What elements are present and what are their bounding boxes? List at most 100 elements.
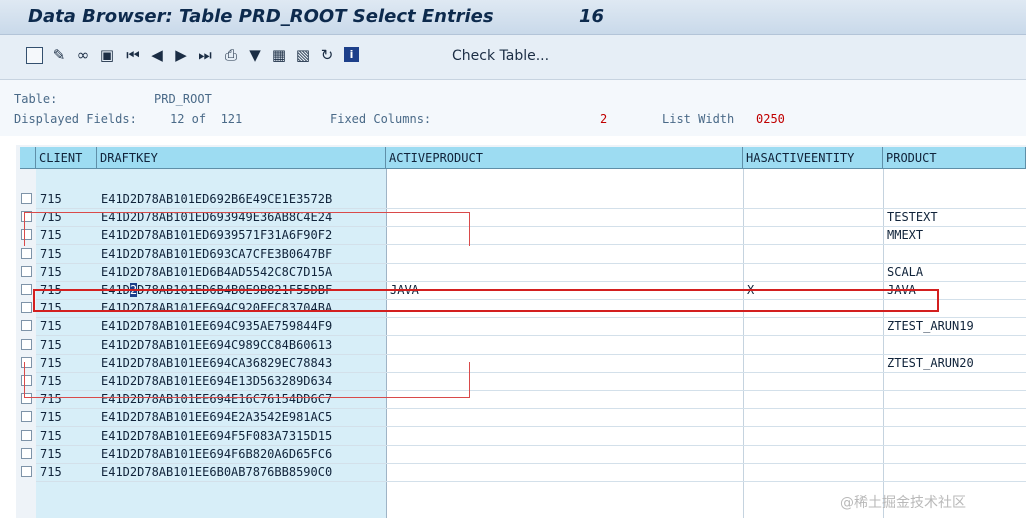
cell-client[interactable]: 715 bbox=[36, 372, 97, 390]
column-header-draftkey[interactable]: DRAFTKEY bbox=[97, 147, 386, 169]
cell-activeproduct[interactable] bbox=[386, 408, 743, 426]
cell-activeproduct[interactable] bbox=[386, 372, 743, 390]
cell-product[interactable] bbox=[883, 245, 1026, 263]
row-select-checkbox[interactable] bbox=[21, 320, 32, 331]
cell-hasactiveentity[interactable] bbox=[743, 226, 883, 244]
glasses-display-icon[interactable]: ∞ bbox=[74, 46, 92, 64]
row-select-checkbox[interactable] bbox=[21, 229, 32, 240]
row-select-checkbox[interactable] bbox=[21, 448, 32, 459]
cell-client[interactable]: 715 bbox=[36, 245, 97, 263]
cell-draftkey[interactable]: E41D2D78AB101ED6939571F31A6F90F2 bbox=[97, 226, 386, 244]
cell-client[interactable]: 715 bbox=[36, 463, 97, 481]
cell-draftkey[interactable]: E41D2D78AB101EE694C920FEC83704BA bbox=[97, 299, 386, 317]
cell-client[interactable]: 715 bbox=[36, 208, 97, 226]
info-icon[interactable]: i bbox=[344, 47, 359, 62]
cell-hasactiveentity[interactable]: X bbox=[743, 281, 883, 299]
cell-hasactiveentity[interactable] bbox=[743, 317, 883, 335]
edit-pencil-icon[interactable]: ✎ bbox=[50, 46, 68, 64]
row-select-checkbox[interactable] bbox=[21, 357, 32, 368]
row-select-checkbox[interactable] bbox=[21, 302, 32, 313]
cell-client[interactable]: 715 bbox=[36, 445, 97, 463]
cell-product[interactable]: TESTEXT bbox=[883, 208, 1026, 226]
cell-hasactiveentity[interactable] bbox=[743, 263, 883, 281]
cell-draftkey[interactable]: E41D2D78AB101EE694E13D563289D634 bbox=[97, 372, 386, 390]
previous-page-icon[interactable]: ◀ bbox=[148, 46, 166, 64]
last-page-icon[interactable]: ⏭ bbox=[196, 46, 214, 64]
sort-ascending-icon[interactable]: ▦ bbox=[270, 46, 288, 64]
cell-hasactiveentity[interactable] bbox=[743, 354, 883, 372]
cell-hasactiveentity[interactable] bbox=[743, 245, 883, 263]
cell-product[interactable]: ZTEST_ARUN20 bbox=[883, 354, 1026, 372]
cell-activeproduct[interactable] bbox=[386, 427, 743, 445]
cell-client[interactable]: 715 bbox=[36, 281, 97, 299]
cell-draftkey[interactable]: E41D2D78AB101EE6B0AB7876BB8590C0 bbox=[97, 463, 386, 481]
cell-hasactiveentity[interactable] bbox=[743, 427, 883, 445]
cell-hasactiveentity[interactable] bbox=[743, 390, 883, 408]
new-document-icon[interactable] bbox=[26, 47, 43, 64]
cell-product[interactable] bbox=[883, 390, 1026, 408]
cell-product[interactable] bbox=[883, 299, 1026, 317]
row-select-checkbox[interactable] bbox=[21, 339, 32, 350]
cell-hasactiveentity[interactable] bbox=[743, 299, 883, 317]
cell-product[interactable] bbox=[883, 427, 1026, 445]
cell-activeproduct[interactable] bbox=[386, 263, 743, 281]
cell-product[interactable] bbox=[883, 372, 1026, 390]
cell-draftkey[interactable]: E41D2D78AB101ED6B4AD5542C8C7D15A bbox=[97, 263, 386, 281]
row-select-checkbox[interactable] bbox=[21, 284, 32, 295]
cell-hasactiveentity[interactable] bbox=[743, 463, 883, 481]
cell-product[interactable] bbox=[883, 408, 1026, 426]
cell-activeproduct[interactable] bbox=[386, 317, 743, 335]
cell-hasactiveentity[interactable] bbox=[743, 190, 883, 208]
cell-draftkey[interactable]: E41D2D78AB101EE694E2A3542E981AC5 bbox=[97, 408, 386, 426]
cell-hasactiveentity[interactable] bbox=[743, 208, 883, 226]
cell-activeproduct[interactable] bbox=[386, 226, 743, 244]
cell-product[interactable] bbox=[883, 190, 1026, 208]
check-detail-icon[interactable]: ▣ bbox=[98, 46, 116, 64]
cell-product[interactable] bbox=[883, 463, 1026, 481]
next-page-icon[interactable]: ▶ bbox=[172, 46, 190, 64]
select-all-header[interactable] bbox=[20, 147, 36, 169]
row-select-checkbox[interactable] bbox=[21, 193, 32, 204]
cell-draftkey[interactable]: E41D2D78AB101EE694C989CC84B60613 bbox=[97, 336, 386, 354]
cell-activeproduct[interactable] bbox=[386, 354, 743, 372]
cell-activeproduct[interactable] bbox=[386, 445, 743, 463]
cell-activeproduct[interactable] bbox=[386, 390, 743, 408]
column-header-product[interactable]: PRODUCT bbox=[883, 147, 1026, 169]
refresh-icon[interactable]: ↻ bbox=[318, 46, 336, 64]
cell-activeproduct[interactable] bbox=[386, 463, 743, 481]
row-select-checkbox[interactable] bbox=[21, 248, 32, 259]
row-select-checkbox[interactable] bbox=[21, 466, 32, 477]
cell-product[interactable] bbox=[883, 445, 1026, 463]
cell-hasactiveentity[interactable] bbox=[743, 372, 883, 390]
cell-draftkey[interactable]: E41D2D78AB101ED692B6E49CE1E3572B bbox=[97, 190, 386, 208]
cell-product[interactable] bbox=[883, 336, 1026, 354]
cell-product[interactable]: JAVA bbox=[883, 281, 1026, 299]
cell-client[interactable]: 715 bbox=[36, 190, 97, 208]
cell-draftkey[interactable]: E41D2D78AB101EE694E16C76154DD6C7 bbox=[97, 390, 386, 408]
cell-draftkey[interactable]: E41D2D78AB101EE694F5F083A7315D15 bbox=[97, 427, 386, 445]
cell-draftkey[interactable]: E41D2D78AB101EE694CA36829EC78843 bbox=[97, 354, 386, 372]
cell-client[interactable]: 715 bbox=[36, 317, 97, 335]
cell-draftkey[interactable]: E41D2D78AB101ED693CA7CFE3B0647BF bbox=[97, 245, 386, 263]
check-table-button[interactable]: Check Table... bbox=[452, 48, 549, 64]
cell-activeproduct[interactable] bbox=[386, 299, 743, 317]
print-icon[interactable]: ⎙ bbox=[222, 46, 240, 64]
cell-client[interactable]: 715 bbox=[36, 226, 97, 244]
cell-product[interactable]: SCALA bbox=[883, 263, 1026, 281]
filter-icon[interactable]: ▼ bbox=[246, 46, 264, 64]
cell-client[interactable]: 715 bbox=[36, 427, 97, 445]
column-header-activeproduct[interactable]: ACTIVEPRODUCT bbox=[386, 147, 743, 169]
cell-client[interactable]: 715 bbox=[36, 263, 97, 281]
cell-draftkey[interactable]: E41D2D78AB101EE694C935AE759844F9 bbox=[97, 317, 386, 335]
cell-product[interactable]: MMEXT bbox=[883, 226, 1026, 244]
cell-client[interactable]: 715 bbox=[36, 390, 97, 408]
cell-client[interactable]: 715 bbox=[36, 336, 97, 354]
column-header-client[interactable]: CLIENT bbox=[36, 147, 97, 169]
row-select-checkbox[interactable] bbox=[21, 430, 32, 441]
row-select-checkbox[interactable] bbox=[21, 411, 32, 422]
row-select-checkbox[interactable] bbox=[21, 393, 32, 404]
first-page-icon[interactable]: ⏮ bbox=[124, 46, 142, 64]
cell-activeproduct[interactable] bbox=[386, 208, 743, 226]
cell-activeproduct[interactable] bbox=[386, 245, 743, 263]
sort-descending-icon[interactable]: ▧ bbox=[294, 46, 312, 64]
